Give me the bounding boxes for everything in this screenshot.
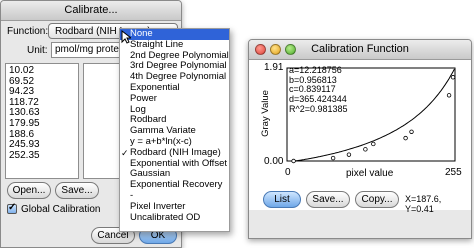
menu-item-label: Pixel Inverter xyxy=(130,200,186,212)
menu-item-label: Exponential Recovery xyxy=(130,179,223,191)
coordinates-readout: X=187.6, Y=0.41 xyxy=(405,194,442,214)
copy-button-label: Copy... xyxy=(361,194,393,205)
x-min-label: 0 xyxy=(285,167,291,178)
zoom-window-icon[interactable] xyxy=(285,44,296,55)
open-button-label: Open... xyxy=(12,185,46,196)
global-calibration-label: Global Calibration xyxy=(21,204,101,215)
y-axis-label: Gray Value xyxy=(259,90,271,137)
menu-item-label: Rodbard (NIH Image) xyxy=(130,146,221,158)
data-point xyxy=(346,152,352,157)
data-point xyxy=(330,155,336,161)
menu-item-label: 3rd Degree Polynomial xyxy=(130,60,227,72)
menu-item-label: Log xyxy=(130,103,146,115)
menu-item-label: y = a+b*ln(x-c) xyxy=(130,135,192,147)
x-axis-label: pixel value xyxy=(346,168,394,179)
menu-item-label: Exponential with Offset xyxy=(130,157,227,169)
menu-item-label: Exponential xyxy=(130,81,180,93)
calibrate-titlebar[interactable]: Calibrate... xyxy=(1,1,181,21)
data-point xyxy=(446,93,452,98)
menu-item-uncalibrated-od[interactable]: Uncalibrated OD xyxy=(120,211,229,224)
checkmark-icon: ✓ xyxy=(121,147,129,158)
minimize-window-icon[interactable] xyxy=(270,44,281,55)
measured-value: 10.02 xyxy=(9,65,35,76)
menu-item-label: Power xyxy=(130,92,157,104)
save-plot-button-label: Save... xyxy=(312,194,344,205)
save-plot-button[interactable]: Save... xyxy=(306,191,350,208)
y-max-label: 1.91 xyxy=(264,62,284,73)
measured-value: 252.35 xyxy=(9,149,40,161)
measured-value: 179.95 xyxy=(9,117,40,129)
unit-field-value: pmol/mg protein xyxy=(55,44,127,55)
unit-label: Unit: xyxy=(27,45,48,56)
data-point xyxy=(409,129,414,134)
y-min-label: 0.00 xyxy=(264,156,284,167)
menu-item-exponential-recovery[interactable]: Exponential Recovery xyxy=(120,179,229,191)
menu-item-label: 2nd Degree Polynomial xyxy=(130,49,229,61)
data-point xyxy=(450,75,456,80)
open-button[interactable]: Open... xyxy=(7,182,51,199)
global-calibration-checkbox[interactable]: ✓ xyxy=(7,202,17,214)
calibration-plot xyxy=(286,67,456,164)
calibrated-values-textarea[interactable] xyxy=(83,63,123,179)
fit-parameters: a=12.218756 b=0.956813 c=0.839117 d=365.… xyxy=(289,65,348,115)
save-button[interactable]: Save... xyxy=(55,182,99,199)
function-label: Function: xyxy=(7,26,49,37)
calibration-function-titlebar[interactable]: Calibration Function xyxy=(249,40,471,60)
checkmark-icon: ✓ xyxy=(8,202,17,213)
data-point xyxy=(291,158,296,164)
calibration-function-window: Calibration Function 1.91 0.00 0 255 pix… xyxy=(248,39,472,239)
list-button[interactable]: List xyxy=(263,191,301,208)
list-button-label: List xyxy=(274,194,290,205)
close-window-icon[interactable] xyxy=(255,44,266,55)
menu-item-label: Gamma Variate xyxy=(130,125,196,137)
menu-item-label: - xyxy=(130,189,134,201)
mouse-cursor-icon xyxy=(121,30,131,44)
menu-item-label: 4th Degree Polynomial xyxy=(130,71,227,83)
menu-item-label: Straight Line xyxy=(130,38,184,50)
window-title: Calibration Function xyxy=(311,43,409,55)
data-point xyxy=(371,141,376,147)
menu-item-label: Uncalibrated OD xyxy=(130,211,201,223)
copy-button[interactable]: Copy... xyxy=(355,191,399,208)
data-point xyxy=(403,135,408,141)
menu-item-label: None xyxy=(130,28,153,39)
menu-item-label: Gaussian xyxy=(130,168,171,180)
data-point xyxy=(363,147,368,152)
plot-area: 1.91 0.00 0 255 pixel value Gray Value a… xyxy=(249,60,471,210)
param-r-squared: R^2=0.981385 xyxy=(289,103,348,114)
measured-values-textarea[interactable]: 10.02 69.52 94.23 118.72 130.63 179.95 1… xyxy=(5,63,79,179)
window-title: Calibrate... xyxy=(64,4,118,16)
function-dropdown-menu: None Straight Line 2nd Degree Polynomial… xyxy=(119,28,230,232)
menu-item-label: Rodbard xyxy=(130,114,167,126)
save-button-label: Save... xyxy=(61,185,93,196)
x-max-label: 255 xyxy=(445,167,462,178)
